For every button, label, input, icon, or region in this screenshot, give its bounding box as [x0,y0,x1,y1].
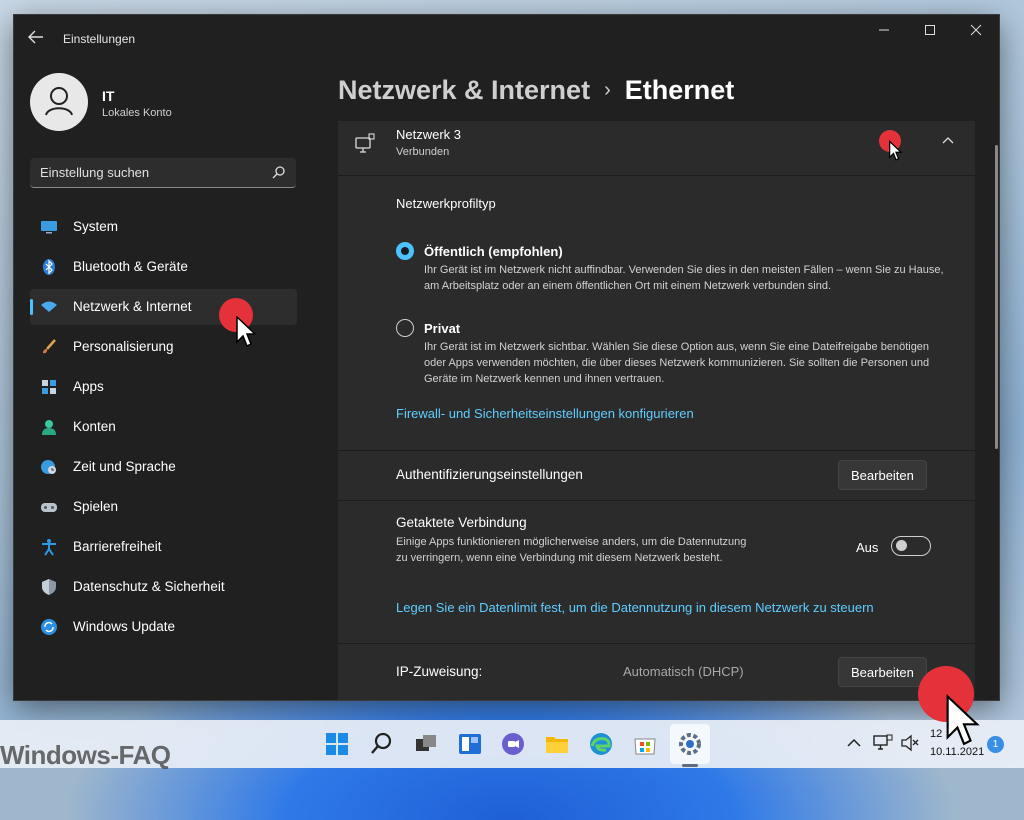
network-name: Netzwerk 3 [396,127,462,142]
person-icon [45,87,73,116]
update-icon [40,618,58,636]
sidebar-item-accessibility[interactable]: Barrierefreiheit [30,529,297,565]
file-explorer-icon[interactable] [543,730,571,758]
sidebar-item-system[interactable]: System [30,209,297,245]
wifi-icon [40,298,58,316]
title-bar: Einstellungen [14,15,999,61]
running-indicator [682,764,698,767]
widgets-icon[interactable] [456,730,484,758]
firewall-settings-link[interactable]: Firewall- und Sicherheitseinstellungen k… [396,406,694,421]
breadcrumb: Netzwerk & Internet › Ethernet [338,75,734,106]
back-arrow-icon[interactable] [28,30,46,46]
person-icon [40,418,58,436]
sidebar-item-label: Netzwerk & Internet [73,299,192,314]
scrollbar[interactable] [995,145,998,449]
sidebar-item-bluetooth[interactable]: Bluetooth & Geräte [30,249,297,285]
gamepad-icon [40,498,58,516]
radio-public[interactable] [396,242,414,260]
ethernet-monitor-icon [354,133,376,160]
sidebar-item-label: Spielen [73,499,119,514]
minimize-button[interactable] [861,15,907,47]
user-name: IT [102,88,115,104]
mouse-cursor-icon [946,694,980,746]
store-icon[interactable] [631,730,659,758]
close-button[interactable] [953,15,999,47]
sidebar-item-label: Datenschutz & Sicherheit [73,579,225,594]
auth-edit-button[interactable]: Bearbeiten [838,460,927,490]
sidebar-item-label: Apps [73,379,104,394]
shield-icon [40,578,58,596]
metered-toggle[interactable] [891,536,931,556]
breadcrumb-separator: › [604,79,611,101]
clock-globe-icon [40,458,58,476]
ip-assignment-card: IP-Zuweisung: Automatisch (DHCP) Bearbei… [338,644,975,700]
ip-edit-button[interactable]: Bearbeiten [838,657,927,687]
avatar[interactable] [30,73,88,131]
ip-assignment-value: Automatisch (DHCP) [623,664,744,679]
sidebar: IT Lokales Konto Einstellung suchen Syst… [14,61,314,700]
metered-connection-card: Getaktete Verbindung Einige Apps funktio… [338,501,975,643]
watermark: Windows-FAQ [0,740,171,770]
profile-type-card: Netzwerkprofiltyp Öffentlich (empfohlen)… [338,176,975,450]
mouse-cursor-icon [236,316,257,348]
search-input[interactable]: Einstellung suchen [30,158,296,188]
network-status: Verbunden [396,146,450,158]
notification-badge[interactable]: 1 [987,736,1004,753]
sidebar-item-apps[interactable]: Apps [30,369,297,405]
sidebar-item-label: Konten [73,419,116,434]
sidebar-nav: System Bluetooth & Geräte Netzwerk & Int… [30,209,297,649]
network-tray-icon[interactable] [873,734,893,752]
option-private-title[interactable]: Privat [424,321,460,336]
user-account-type: Lokales Konto [102,107,172,119]
chevron-up-icon[interactable] [845,734,863,752]
radio-private[interactable] [396,319,414,337]
search-icon[interactable] [367,730,395,758]
metered-title: Getaktete Verbindung [396,515,527,530]
edge-icon[interactable] [587,730,615,758]
metered-desc: Einige Apps funktionieren möglicherweise… [396,536,747,564]
bluetooth-icon [40,258,58,276]
auth-settings-card: Authentifizierungseinstellungen Bearbeit… [338,451,975,500]
sidebar-item-label: Windows Update [73,619,176,634]
settings-window: Einstellungen IT Lokales Konto Einstellu… [14,15,999,700]
sidebar-item-windows-update[interactable]: Windows Update [30,609,297,645]
profile-type-heading: Netzwerkprofiltyp [396,196,496,211]
ip-assignment-label: IP-Zuweisung: [396,664,483,679]
tray-time[interactable]: 12 [930,728,942,740]
search-icon[interactable] [272,165,286,184]
brush-icon [40,338,58,356]
sidebar-item-privacy[interactable]: Datenschutz & Sicherheit [30,569,297,605]
auth-settings-label: Authentifizierungseinstellungen [396,467,583,482]
sidebar-item-gaming[interactable]: Spielen [30,489,297,525]
teams-chat-icon[interactable] [499,730,527,758]
apps-icon [40,378,58,396]
monitor-icon [40,218,58,236]
network-header-card[interactable]: Netzwerk 3 Verbunden [338,121,975,175]
sidebar-item-label: Personalisierung [73,339,174,354]
metered-toggle-state: Aus [856,540,879,555]
option-public-desc: Ihr Gerät ist im Netzwerk nicht auffindb… [424,264,944,292]
search-placeholder: Einstellung suchen [40,165,150,180]
settings-icon[interactable] [676,730,704,758]
chevron-up-icon[interactable] [942,135,954,150]
accessibility-icon [40,538,58,556]
active-indicator [30,299,33,315]
mouse-cursor-icon [889,140,903,161]
windows-start-icon[interactable] [323,730,351,758]
page-title: Ethernet [624,75,735,105]
volume-muted-icon[interactable] [900,734,920,752]
maximize-button[interactable] [907,15,953,47]
option-public-title[interactable]: Öffentlich (empfohlen) [424,244,563,259]
sidebar-item-label: System [73,219,119,234]
breadcrumb-parent[interactable]: Netzwerk & Internet [338,75,590,105]
task-view-icon[interactable] [412,730,440,758]
option-private-desc: Ihr Gerät ist im Netzwerk sichtbar. Wähl… [424,341,930,385]
sidebar-item-time-language[interactable]: Zeit und Sprache [30,449,297,485]
data-limit-link[interactable]: Legen Sie ein Datenlimit fest, um die Da… [396,600,874,615]
sidebar-item-label: Bluetooth & Geräte [73,259,188,274]
window-title: Einstellungen [63,32,136,46]
sidebar-item-label: Barrierefreiheit [73,539,162,554]
sidebar-item-label: Zeit und Sprache [73,459,176,474]
sidebar-item-accounts[interactable]: Konten [30,409,297,445]
